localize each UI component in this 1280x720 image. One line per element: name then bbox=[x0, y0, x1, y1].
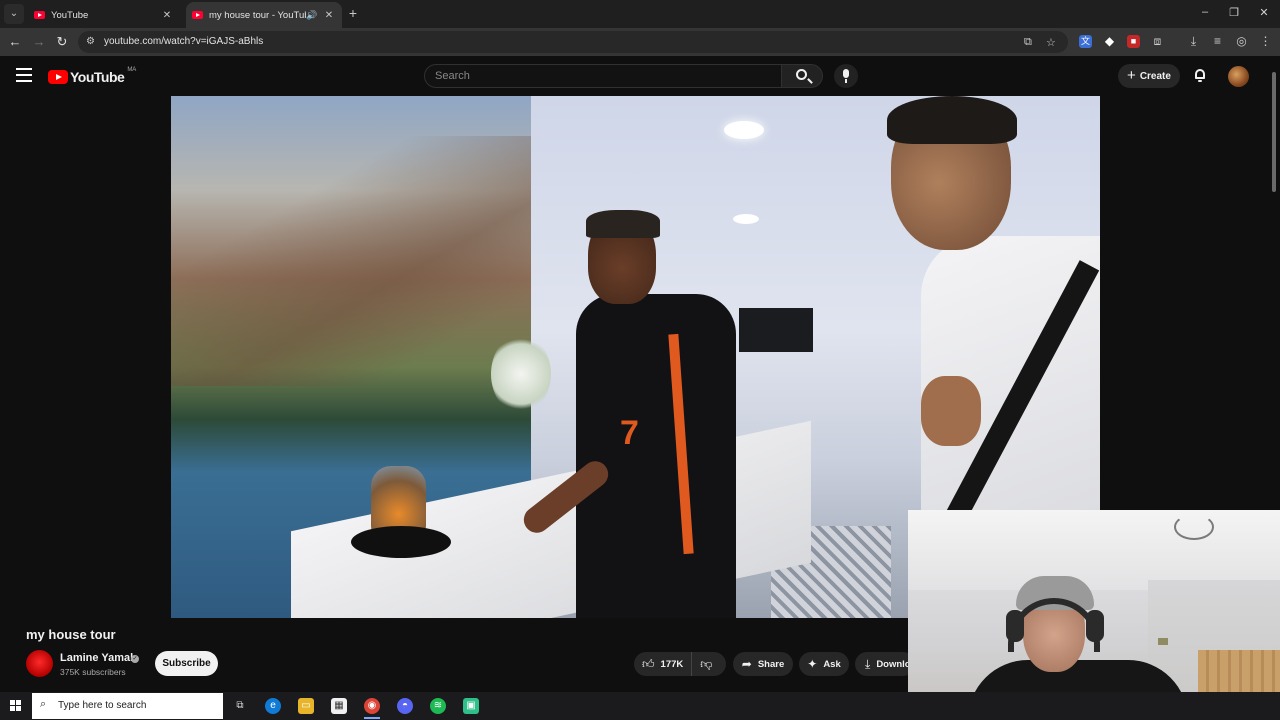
app-icon[interactable]: ▣ bbox=[463, 698, 479, 714]
windows-taskbar: ⌕ Type here to search ⧉ e ▭ ▦ ◉ ◓ ≋ ▣ bbox=[0, 692, 1280, 720]
sparkle-icon: ✦ bbox=[807, 657, 818, 671]
create-button[interactable]: + Create bbox=[1118, 64, 1180, 88]
browser-toolbar: ← → ↻ ⚙ youtube.com/watch?v=iGAJS-aBhls … bbox=[0, 28, 1280, 56]
tab-close-icon[interactable]: ✕ bbox=[160, 10, 174, 21]
taskbar-search-input[interactable]: ⌕ Type here to search bbox=[32, 693, 223, 719]
voice-search-mic-icon[interactable] bbox=[834, 64, 858, 88]
browser-tab-strip: ⌄ YouTube ✕ my house tour - YouTube 🔊 ✕ … bbox=[0, 0, 1280, 28]
verified-badge-icon: ✓ bbox=[131, 655, 139, 663]
thumbs-down-icon: 👎︎ bbox=[700, 656, 713, 671]
webcam-overlay bbox=[908, 510, 1280, 720]
subscriber-count: 375K subscribers bbox=[60, 667, 126, 677]
back-button[interactable]: ← bbox=[7, 34, 23, 50]
ask-button[interactable]: ✦ Ask bbox=[799, 652, 849, 676]
restore-button[interactable]: ❐ bbox=[1227, 6, 1241, 19]
subscribe-button[interactable]: Subscribe bbox=[155, 651, 218, 676]
url-text[interactable]: youtube.com/watch?v=iGAJS-aBhls bbox=[104, 36, 263, 47]
youtube-wordmark: YouTube bbox=[70, 69, 125, 85]
channel-name[interactable]: Lamine Yamal bbox=[60, 652, 133, 664]
download-button[interactable]: ⤓ Download bbox=[855, 652, 915, 676]
media-control-icon[interactable]: ≡ bbox=[1211, 35, 1224, 48]
hamburger-menu-icon[interactable] bbox=[16, 68, 32, 82]
window-close-button[interactable]: ✕ bbox=[1257, 6, 1271, 19]
search-icon: ⌕ bbox=[40, 698, 47, 710]
like-count: 177K bbox=[660, 658, 684, 670]
forward-button[interactable]: → bbox=[31, 34, 47, 50]
person-in-jersey: 7 bbox=[518, 210, 751, 618]
plus-icon: + bbox=[1127, 67, 1136, 84]
share-button[interactable]: ➦ Share bbox=[733, 652, 793, 676]
ceiling-lamp bbox=[1174, 514, 1214, 540]
bowl bbox=[351, 526, 451, 558]
extensions-puzzle-icon[interactable]: ⧈ bbox=[1151, 35, 1164, 48]
speaker-icon[interactable]: 🔊 bbox=[306, 10, 318, 21]
video-title: my house tour bbox=[26, 627, 116, 642]
tab-search-menu-button[interactable]: ⌄ bbox=[4, 4, 24, 24]
tab-my-house-tour[interactable]: my house tour - YouTube 🔊 ✕ bbox=[186, 2, 342, 28]
minimize-button[interactable]: – bbox=[1198, 6, 1212, 18]
search-icon bbox=[796, 69, 807, 80]
red-extension-icon[interactable]: ■ bbox=[1127, 35, 1140, 48]
task-view-icon[interactable]: ⧉ bbox=[232, 698, 248, 714]
youtube-header: YouTube MA Search + Create bbox=[0, 56, 1280, 96]
ceiling-light bbox=[724, 121, 764, 139]
tab-close-icon[interactable]: ✕ bbox=[322, 10, 336, 21]
tab-title: my house tour - YouTube bbox=[209, 9, 306, 21]
store-icon[interactable]: ▦ bbox=[331, 698, 347, 714]
notifications-bell-icon[interactable] bbox=[1193, 68, 1207, 82]
diamond-extension-icon[interactable]: ◆ bbox=[1103, 35, 1116, 48]
edge-icon[interactable]: e bbox=[265, 698, 281, 714]
youtube-logo[interactable]: YouTube MA bbox=[48, 67, 137, 85]
address-bar[interactable]: ⚙ youtube.com/watch?v=iGAJS-aBhls ⧉ ☆ bbox=[78, 31, 1068, 53]
create-label: Create bbox=[1139, 70, 1171, 82]
dislike-button[interactable]: 👎︎ bbox=[692, 657, 720, 672]
youtube-favicon-icon bbox=[192, 11, 203, 19]
download-icon[interactable]: ⤓ bbox=[1187, 35, 1200, 48]
download-arrow-icon: ⤓ bbox=[865, 656, 871, 671]
taskbar-search-placeholder: Type here to search bbox=[58, 700, 147, 711]
search-button[interactable] bbox=[781, 64, 823, 88]
tab-youtube[interactable]: YouTube ✕ bbox=[28, 2, 180, 28]
ask-label: Ask bbox=[823, 658, 841, 670]
windows-start-icon[interactable] bbox=[10, 700, 22, 712]
youtube-play-logo-icon bbox=[48, 70, 68, 84]
translate-extension-icon[interactable]: 文 bbox=[1079, 35, 1092, 48]
like-dislike-group: 👍︎ 177K 👎︎ bbox=[634, 652, 726, 676]
search-placeholder: Search bbox=[435, 70, 470, 82]
bookmark-star-icon[interactable]: ☆ bbox=[1046, 36, 1056, 49]
profile-icon[interactable]: ◎ bbox=[1235, 35, 1248, 48]
search-input[interactable]: Search bbox=[424, 64, 782, 88]
flower-vase bbox=[491, 334, 551, 414]
discord-icon[interactable]: ◓ bbox=[397, 698, 413, 714]
new-tab-button[interactable]: + bbox=[346, 6, 360, 20]
share-label: Share bbox=[757, 658, 785, 670]
reload-button[interactable]: ↻ bbox=[54, 34, 70, 50]
site-info-icon[interactable]: ⚙ bbox=[86, 36, 95, 47]
share-arrow-icon: ➦ bbox=[741, 657, 752, 671]
youtube-favicon-icon bbox=[34, 11, 45, 19]
tab-title: YouTube bbox=[51, 9, 89, 21]
install-app-icon[interactable]: ⧉ bbox=[1024, 36, 1032, 49]
file-explorer-icon[interactable]: ▭ bbox=[298, 698, 314, 714]
thumbs-up-icon: 👍︎ bbox=[642, 656, 655, 671]
like-button[interactable]: 👍︎ 177K bbox=[634, 652, 693, 676]
channel-avatar[interactable] bbox=[26, 650, 53, 677]
chrome-icon[interactable]: ◉ bbox=[364, 698, 380, 714]
scrollbar-thumb[interactable] bbox=[1272, 72, 1276, 192]
country-code: MA bbox=[127, 67, 137, 73]
account-avatar[interactable] bbox=[1228, 66, 1249, 87]
browser-menu-icon[interactable]: ⋮ bbox=[1259, 35, 1272, 48]
spotify-icon[interactable]: ≋ bbox=[430, 698, 446, 714]
